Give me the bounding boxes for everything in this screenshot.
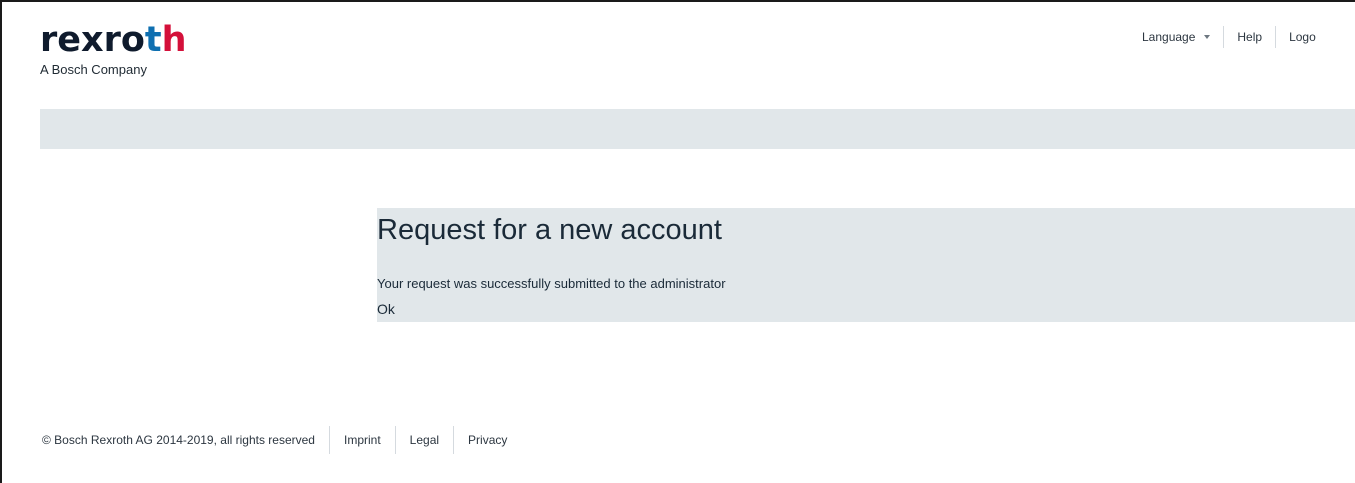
language-label: Language — [1142, 30, 1196, 44]
navigation-band — [40, 109, 1355, 149]
page-frame: rexroth A Bosch Company Language Help Lo… — [0, 0, 1355, 483]
top-navigation: Language Help Logo — [1142, 26, 1316, 48]
footer-divider — [453, 426, 455, 454]
logo-wordmark-part2: t — [144, 20, 162, 60]
help-link[interactable]: Help — [1237, 27, 1262, 47]
chevron-down-icon — [1204, 35, 1211, 39]
imprint-link[interactable]: Imprint — [344, 433, 381, 447]
nav-divider — [1275, 26, 1277, 48]
privacy-link[interactable]: Privacy — [468, 433, 507, 447]
legal-link[interactable]: Legal — [410, 433, 439, 447]
logo-wordmark-part3: h — [161, 20, 187, 60]
page-title: Request for a new account — [377, 214, 722, 246]
success-message: Your request was successfully submitted … — [377, 276, 726, 291]
footer-divider — [394, 426, 396, 454]
footer-divider — [328, 426, 330, 454]
language-dropdown[interactable]: Language — [1142, 27, 1211, 47]
footer: © Bosch Rexroth AG 2014-2019, all rights… — [42, 425, 507, 455]
ok-link[interactable]: Ok — [377, 301, 395, 317]
logo-wordmark-part1: rexro — [40, 20, 145, 60]
confirmation-panel: Request for a new account Your request w… — [377, 208, 1355, 322]
rexroth-logo[interactable]: rexroth A Bosch Company — [40, 20, 187, 77]
logo-wordmark: rexroth — [40, 20, 187, 60]
copyright-text: © Bosch Rexroth AG 2014-2019, all rights… — [42, 433, 315, 447]
logo-tagline: A Bosch Company — [40, 62, 147, 77]
nav-divider — [1223, 26, 1225, 48]
logout-link[interactable]: Logo — [1289, 27, 1316, 47]
